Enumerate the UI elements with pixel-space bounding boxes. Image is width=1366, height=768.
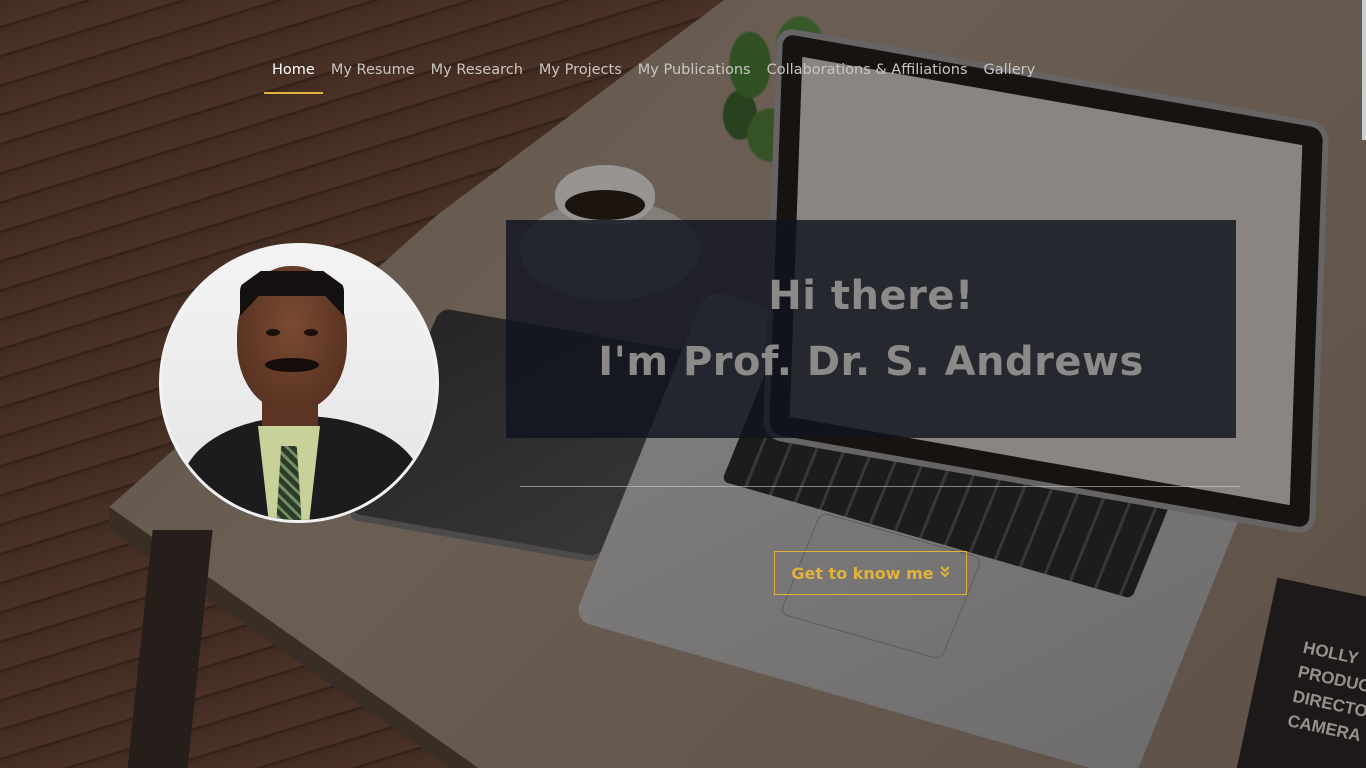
double-chevron-down-icon: [939, 565, 950, 581]
nav-item-gallery[interactable]: Gallery: [976, 50, 1044, 94]
nav-item-my-projects[interactable]: My Projects: [531, 50, 630, 94]
nav-item-my-publications[interactable]: My Publications: [630, 50, 759, 94]
greeting-box: Hi there! I'm Prof. Dr. S. Andrews: [506, 220, 1236, 438]
nav-item-collaborations[interactable]: Collaborations & Affiliations: [759, 50, 976, 94]
nav-item-my-research[interactable]: My Research: [423, 50, 531, 94]
profile-photo: [159, 243, 439, 523]
nav-item-home[interactable]: Home: [264, 50, 323, 94]
greeting-name: I'm Prof. Dr. S. Andrews: [598, 339, 1144, 385]
cta-label: Get to know me: [791, 563, 934, 583]
nav-item-my-resume[interactable]: My Resume: [323, 50, 423, 94]
avatar-eye: [304, 329, 318, 336]
page-scrollbar[interactable]: [1362, 0, 1366, 140]
greeting-title: Hi there!: [768, 273, 974, 319]
avatar-mustache: [265, 358, 319, 372]
main-navigation: Home My Resume My Research My Projects M…: [264, 50, 1043, 94]
get-to-know-me-button[interactable]: Get to know me: [774, 551, 967, 595]
hero-divider: [520, 486, 1240, 487]
hero-section: HOLLY PRODUC DIRECTO CAMERA Home My Resu…: [0, 0, 1366, 768]
avatar-eye: [266, 329, 280, 336]
